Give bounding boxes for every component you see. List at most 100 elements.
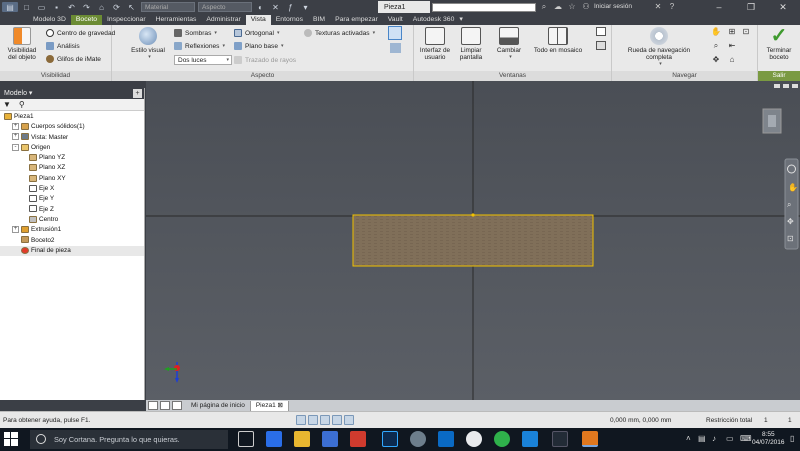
tree-item[interactable]: Centro <box>0 215 144 225</box>
help-search-input[interactable] <box>432 3 536 12</box>
select-icon[interactable]: ↖ <box>125 2 138 12</box>
clear-icon[interactable]: ✕ <box>269 2 282 12</box>
sketch-dof-icon[interactable] <box>320 415 330 425</box>
ortogonal-button[interactable]: Ortogonal ▾ <box>234 28 279 38</box>
documents-menu-icon[interactable] <box>172 401 182 410</box>
ie-icon[interactable] <box>522 431 538 447</box>
tree-item[interactable]: Pieza1 <box>0 112 144 122</box>
tree-item[interactable]: Plano YZ <box>0 153 144 163</box>
plano-base-button[interactable]: Plano base ▾ <box>234 41 284 51</box>
tab-herramientas[interactable]: Herramientas <box>151 15 202 25</box>
exchange-icon[interactable]: ✕ <box>652 2 664 12</box>
qat-dropdown-icon[interactable]: ▾ <box>299 2 312 12</box>
dimension-icon[interactable] <box>332 415 342 425</box>
expand-icon[interactable]: + <box>12 226 19 234</box>
tab-inspeccionar[interactable]: Inspeccionar <box>102 15 151 25</box>
close-icon[interactable]: ✕ <box>772 0 794 14</box>
media-icon[interactable] <box>552 431 568 447</box>
battery-icon[interactable]: ▭ <box>726 434 734 443</box>
navigation-bar[interactable]: ✋ ⌕ ✥ ⊡ <box>784 158 799 250</box>
viewport-window-controls[interactable] <box>774 84 798 88</box>
tab-boceto[interactable]: Boceto <box>70 15 103 25</box>
search-icon[interactable]: ⌕ <box>538 2 550 12</box>
cascade-icon[interactable] <box>596 27 606 36</box>
texturas-button[interactable]: Texturas activadas ▾ <box>304 28 375 38</box>
network-icon[interactable]: ▤ <box>698 434 706 443</box>
cambiar-button[interactable]: Cambiar ▾ <box>494 27 524 61</box>
visibilidad-objeto-button[interactable]: Visibilidad del objeto <box>4 27 40 61</box>
cascade-tabs-icon[interactable] <box>160 401 170 410</box>
browser-add-icon[interactable]: + <box>133 89 142 98</box>
fx-icon[interactable]: ƒ <box>284 2 297 12</box>
interfaz-usuario-button[interactable]: Interfaz de usuario <box>418 27 452 61</box>
appearance-combo[interactable]: Aspecto <box>198 2 252 12</box>
material-combo[interactable]: Material <box>141 2 195 12</box>
cloud-icon[interactable]: ☁ <box>552 2 564 12</box>
app-menu-icon[interactable]: ▤ <box>2 2 18 12</box>
zoom-all-icon[interactable]: ⊞ <box>726 27 738 37</box>
tree-item[interactable]: + Vista: Master <box>0 133 144 143</box>
tab-para-empezar[interactable]: Para empezar <box>330 15 383 25</box>
document-title-tab[interactable]: Pieza1 <box>378 1 430 13</box>
tree-item[interactable]: + Extrusión1 <box>0 225 144 235</box>
edge-icon[interactable] <box>266 431 282 447</box>
tab-vista[interactable]: Vista <box>245 15 271 25</box>
outlook-icon[interactable] <box>438 431 454 447</box>
tree-item[interactable]: Eje X <box>0 184 144 194</box>
photoshop-icon[interactable] <box>382 431 398 447</box>
store-icon[interactable] <box>322 431 338 447</box>
notifications-icon[interactable]: ▯ <box>790 434 794 443</box>
save-icon[interactable]: ▪ <box>50 2 63 12</box>
arrange-icon[interactable] <box>596 41 606 50</box>
office-icon[interactable] <box>350 431 366 447</box>
chrome-icon[interactable] <box>466 431 482 447</box>
limpiar-pantalla-button[interactable]: Limpiar pantalla <box>456 27 486 61</box>
tab-vault[interactable]: Vault <box>383 15 408 25</box>
tab-autodesk-360[interactable]: Autodesk 360 <box>408 15 460 25</box>
analisis-button[interactable]: Análisis <box>46 41 80 51</box>
tab-mi-pagina-inicio[interactable]: Mi página de inicio <box>186 400 251 411</box>
user-icon[interactable]: ⚇ <box>580 2 592 12</box>
constraint-icon[interactable] <box>308 415 318 425</box>
find-icon[interactable]: ⚲ <box>19 100 25 109</box>
minimize-icon[interactable]: – <box>708 0 730 14</box>
browser-title-bar[interactable]: Modelo ▾ + <box>0 88 144 99</box>
tree-item[interactable]: Eje Y <box>0 194 144 204</box>
star-icon[interactable]: ☆ <box>566 2 578 12</box>
tray-chevron-icon[interactable]: ˄ <box>686 434 691 443</box>
tree-item[interactable]: + Cuerpos sólidos(1) <box>0 122 144 132</box>
graphics-viewport[interactable]: ✋ ⌕ ✥ ⊡ <box>146 81 800 400</box>
adjust-icon[interactable]: ◐ <box>254 2 267 12</box>
inference-icon[interactable] <box>344 415 354 425</box>
inventor-taskbar-icon[interactable] <box>582 431 598 447</box>
whatsapp-icon[interactable] <box>494 431 510 447</box>
ribbon-options-icon[interactable]: ▾ <box>459 15 469 25</box>
origin-point[interactable] <box>471 213 475 217</box>
filter-icon[interactable]: ▼ <box>3 100 11 109</box>
tree-item[interactable]: Boceto2 <box>0 236 144 246</box>
volume-icon[interactable]: ♪ <box>712 434 716 443</box>
tree-item[interactable]: Eje Z <box>0 205 144 215</box>
tree-item[interactable]: Plano XY <box>0 174 144 184</box>
expand-icon[interactable]: + <box>12 133 19 141</box>
tile-tabs-icon[interactable] <box>148 401 158 410</box>
expand-icon[interactable]: + <box>12 123 19 131</box>
tab-pieza1[interactable]: Pieza1 ⊠ <box>250 400 289 411</box>
centro-gravedad-button[interactable]: Centro de gravedad <box>46 28 115 38</box>
home-icon[interactable]: ⌂ <box>95 2 108 12</box>
tab-entornos[interactable]: Entornos <box>271 15 308 25</box>
previous-view-icon[interactable]: ⇤ <box>726 41 738 51</box>
task-view-icon[interactable] <box>238 431 254 447</box>
tree-item[interactable]: Plano XZ <box>0 163 144 173</box>
tree-item[interactable]: - Origen <box>0 143 144 153</box>
tree-item[interactable]: Final de pieza <box>0 245 144 257</box>
orbit-icon[interactable]: ✥ <box>710 55 722 65</box>
look-at-icon[interactable]: ⊡ <box>740 27 752 37</box>
restore-icon[interactable]: ❐ <box>740 0 762 14</box>
half-section-icon[interactable] <box>390 43 401 53</box>
keyboard-icon[interactable]: ⌨ <box>740 434 752 443</box>
open-icon[interactable]: ▭ <box>35 2 48 12</box>
slice-graphics-icon[interactable] <box>388 26 402 40</box>
home-view-icon[interactable]: ⌂ <box>726 55 738 65</box>
reflexiones-button[interactable]: Reflexiones ▾ <box>174 41 225 51</box>
